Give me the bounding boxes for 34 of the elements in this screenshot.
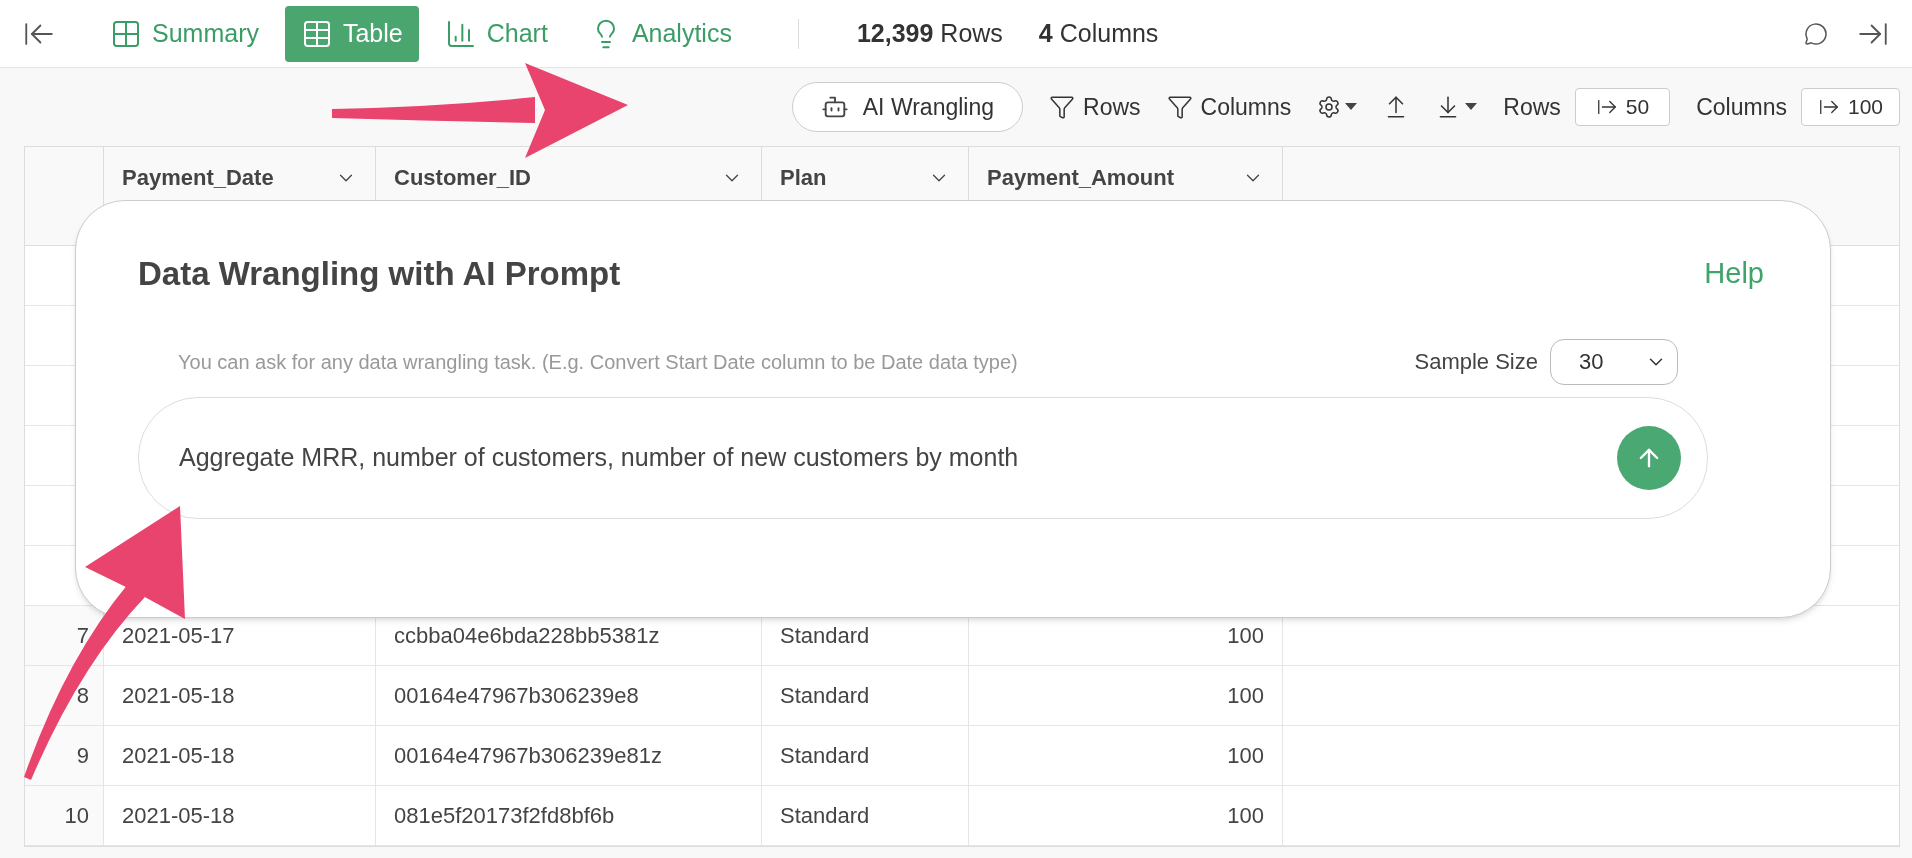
table-cell: 2021-05-18 xyxy=(104,726,376,785)
filter-icon xyxy=(1049,94,1076,120)
row-count: 12,399 Rows xyxy=(856,17,1003,49)
table-cell: 2021-05-18 xyxy=(104,666,376,725)
table-cell: 100 xyxy=(969,666,1283,725)
caret-icon xyxy=(1345,103,1358,111)
table-cell: 00164e47967b306239e8 xyxy=(376,666,762,725)
dialog-title: Data Wrangling with AI Prompt xyxy=(138,254,621,294)
table-cell: Standard xyxy=(762,786,969,845)
column-count: 4 Columns xyxy=(1038,17,1159,49)
sample-size-select[interactable]: 30 xyxy=(1550,338,1678,385)
settings-button[interactable] xyxy=(1317,95,1358,119)
settings-icon xyxy=(1317,95,1342,119)
columns-field[interactable]: 100 xyxy=(1800,88,1900,126)
row-filter-button[interactable]: Rows xyxy=(1049,89,1141,125)
comment-icon[interactable] xyxy=(1804,21,1828,46)
table-cell: 00164e47967b306239e81z xyxy=(376,726,762,785)
rows-field[interactable]: 50 xyxy=(1574,88,1671,126)
table-cell: 081e5f20173f2fd8bf6b xyxy=(376,786,762,845)
prompt-field[interactable]: Aggregate MRR, number of customers, number of new customers by month xyxy=(138,396,1708,519)
column-filter-button[interactable]: Columns xyxy=(1166,89,1292,125)
table-cell: 2021-05-18 xyxy=(104,786,376,845)
caret-icon xyxy=(1465,103,1478,111)
table-cell: Standard xyxy=(762,726,969,785)
columns-label: Columns xyxy=(1696,92,1787,122)
rows-label: Rows xyxy=(1503,92,1561,122)
hint-text: You can ask for any data wrangling task. (E.g. Convert Start Date column to be Date data type) xyxy=(178,349,1018,375)
table-cell: Standard xyxy=(762,666,969,725)
ai-wrangling-button[interactable]: AI Wrangling xyxy=(791,82,1024,132)
filter-icon xyxy=(1166,94,1193,120)
table-cell: 100 xyxy=(969,726,1283,785)
sample-size-label: Sample Size xyxy=(1414,348,1538,376)
row-number: 10 xyxy=(25,786,104,845)
table-cell: 100 xyxy=(969,786,1283,845)
